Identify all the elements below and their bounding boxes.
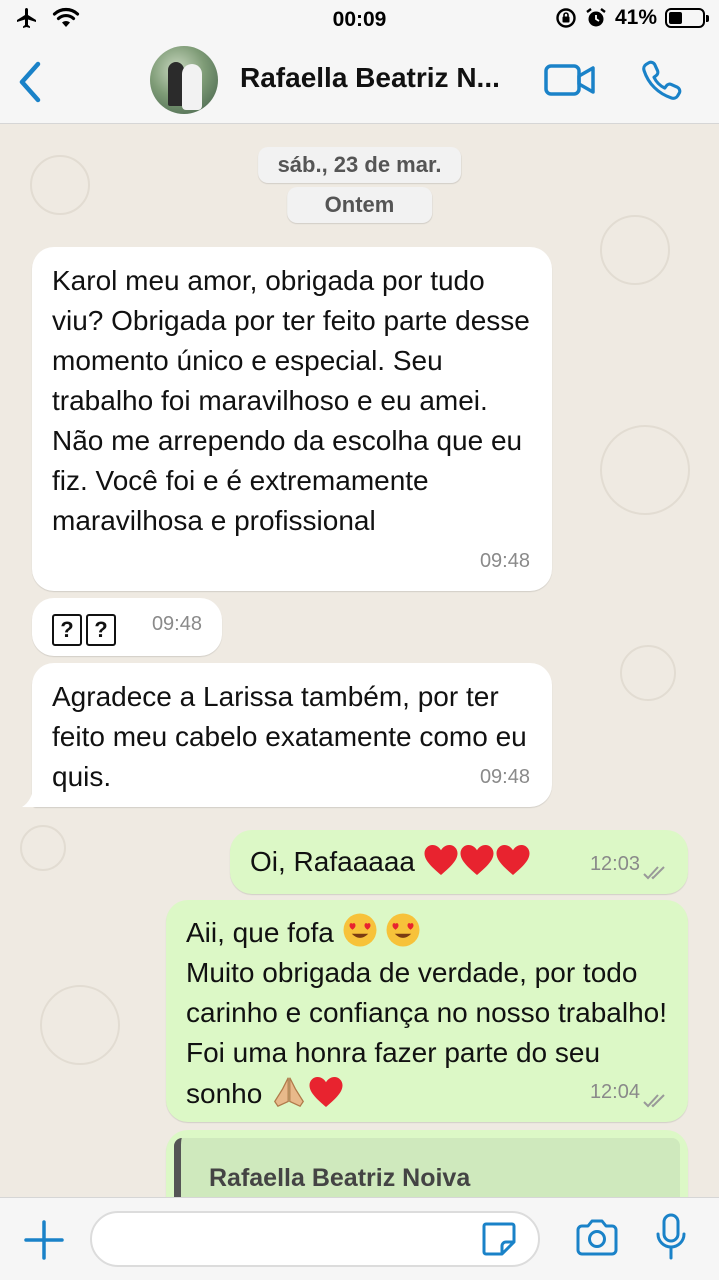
- wallpaper-doodle: [40, 985, 120, 1065]
- outgoing-message-bubble[interactable]: Aii, que fofa Muito obrigada de verdade,…: [166, 900, 688, 1122]
- back-chevron-icon[interactable]: [14, 60, 46, 104]
- message-text: Agradece a Larissa também, por ter feito…: [52, 681, 527, 792]
- contact-name[interactable]: Rafaella Beatriz N...: [240, 62, 500, 94]
- alarm-icon: [586, 8, 606, 27]
- wallpaper-doodle: [600, 425, 690, 515]
- message-text: Karol meu amor, obrigada por tudo viu? O…: [52, 265, 530, 536]
- orientation-lock-icon: [556, 8, 576, 28]
- double-check-read-icon: [643, 1094, 665, 1108]
- day-separator: Ontem: [286, 187, 433, 223]
- message-composer: [0, 1197, 719, 1280]
- message-time: 09:48: [479, 550, 530, 572]
- wallpaper-doodle: [620, 645, 676, 701]
- message-time: 12:03: [589, 853, 640, 875]
- wallpaper-doodle: [30, 155, 90, 215]
- status-bar: 00:09 41%: [0, 0, 719, 40]
- red-heart-emoji-icon: [424, 845, 458, 875]
- wallpaper-doodle: [600, 215, 670, 285]
- message-time: 12:04: [589, 1081, 640, 1103]
- battery-percent: 41%: [614, 6, 657, 29]
- wallpaper-doodle: [20, 825, 66, 871]
- message-time: 09:48: [479, 766, 530, 788]
- battery-icon: [665, 8, 709, 28]
- heart-eyes-emoji-icon: [386, 913, 420, 947]
- incoming-message-bubble[interactable]: ?? 09:48: [32, 598, 222, 656]
- folded-hands-emoji-icon: [274, 1077, 305, 1108]
- phone-call-icon[interactable]: [640, 58, 684, 102]
- red-heart-emoji-icon: [309, 1077, 343, 1107]
- message-text: Oi, Rafaaaaa: [250, 846, 415, 877]
- message-text: Aii, que fofa: [186, 917, 334, 948]
- quoted-sender-name: Rafaella Beatriz Noiva: [209, 1164, 471, 1192]
- bubble-tail: [22, 785, 48, 807]
- heart-eyes-emoji-icon: [343, 913, 377, 947]
- message-time: 09:48: [151, 613, 202, 635]
- sticker-icon[interactable]: [480, 1220, 518, 1258]
- unknown-character-glyph: ?: [86, 614, 116, 646]
- camera-icon[interactable]: [574, 1218, 620, 1258]
- date-separator: sáb., 23 de mar.: [257, 147, 462, 183]
- unknown-character-glyph: ?: [52, 614, 82, 646]
- quoted-message[interactable]: Rafaella Beatriz Noiva: [174, 1138, 680, 1197]
- outgoing-message-bubble[interactable]: Oi, Rafaaaaa 12:03: [230, 830, 688, 894]
- chat-header: Rafaella Beatriz N...: [0, 40, 719, 124]
- incoming-message-bubble[interactable]: Karol meu amor, obrigada por tudo viu? O…: [32, 247, 552, 591]
- status-right: 41%: [555, 6, 709, 30]
- avatar-figure-bride: [182, 64, 202, 110]
- double-check-read-icon: [643, 866, 665, 880]
- chat-area[interactable]: sáb., 23 de mar. Ontem Karol meu amor, o…: [0, 125, 719, 1197]
- microphone-icon[interactable]: [654, 1212, 688, 1262]
- incoming-message-bubble[interactable]: Agradece a Larissa também, por ter feito…: [32, 663, 552, 807]
- plus-icon[interactable]: [22, 1218, 66, 1262]
- avatar[interactable]: [150, 46, 218, 114]
- red-heart-emoji-icon: [460, 845, 494, 875]
- message-input[interactable]: [90, 1211, 540, 1267]
- red-heart-emoji-icon: [496, 845, 530, 875]
- video-call-icon[interactable]: [544, 62, 596, 98]
- battery-level-fill: [669, 12, 683, 24]
- message-first-line: Aii, que fofa: [186, 912, 668, 953]
- outgoing-reply-bubble[interactable]: Rafaella Beatriz Noiva: [166, 1130, 688, 1197]
